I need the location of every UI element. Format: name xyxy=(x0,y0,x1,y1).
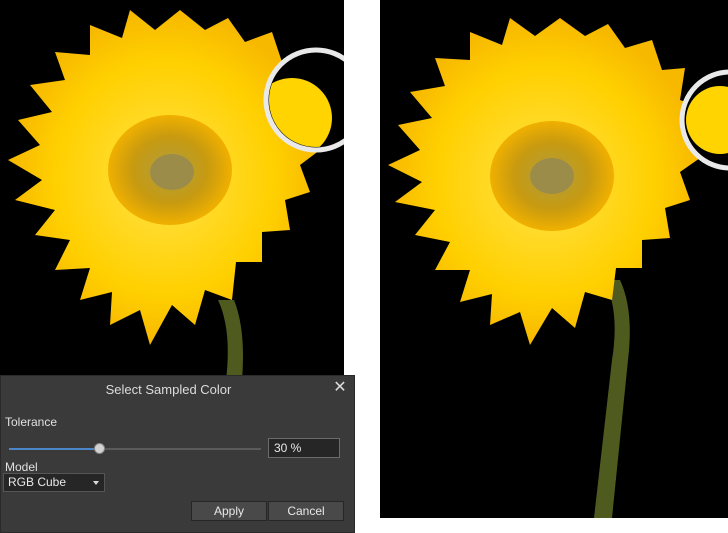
close-icon[interactable]: ✕ xyxy=(332,378,348,398)
dialog-title: Select Sampled Color xyxy=(105,382,232,397)
apply-button[interactable]: Apply xyxy=(191,501,267,521)
stem-right xyxy=(594,280,630,518)
flower-disc-left xyxy=(150,154,194,190)
tolerance-input[interactable]: 30 % xyxy=(268,438,340,458)
flower-image-right xyxy=(388,18,728,518)
tolerance-slider-thumb[interactable] xyxy=(94,443,105,454)
tolerance-slider[interactable] xyxy=(9,443,261,454)
cancel-button[interactable]: Cancel xyxy=(268,501,344,521)
flower-disc-right xyxy=(530,158,574,194)
model-select[interactable]: RGB Cube xyxy=(3,473,105,492)
right-canvas-after xyxy=(380,0,728,518)
tolerance-label: Tolerance xyxy=(5,415,58,429)
model-select-value: RGB Cube xyxy=(8,475,67,489)
select-sampled-color-dialog: Select Sampled Color ✕ Tolerance 30 % Mo… xyxy=(0,375,355,533)
model-label: Model xyxy=(5,460,38,474)
chevron-down-icon xyxy=(93,481,99,485)
tolerance-slider-fill xyxy=(9,448,99,450)
